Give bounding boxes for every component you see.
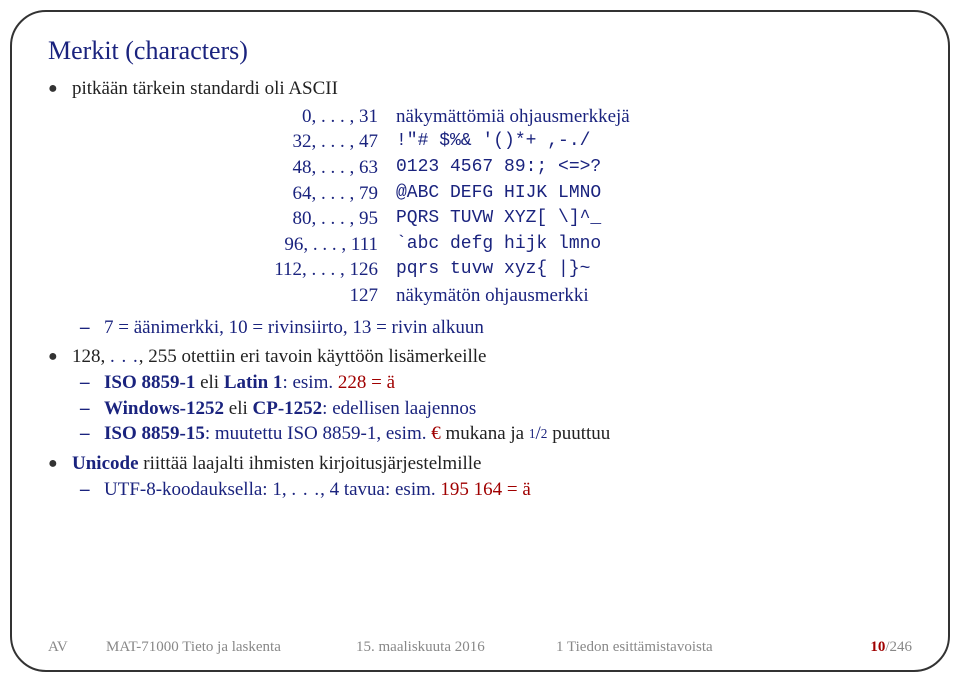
footer-author: AV [48,639,106,656]
ascii-r2c2: !"# $%& '()*+ ,-./ [396,129,590,155]
page-current: 10 [870,639,885,655]
footer-page: 10/246 [870,639,912,656]
bullet-2-text: 128, . . ., 255 otettiin eri tavoin käyt… [72,344,486,370]
sub-2c-text: ISO 8859-15: muutettu ISO 8859-1, esim. … [104,421,912,447]
sub-3-text: UTF-8-koodauksella: 1, . . ., 4 tavua: e… [104,477,912,503]
t: eli [224,398,253,419]
ascii-r1c2: näkymättömiä ohjausmerkkejä [396,104,630,130]
ascii-r3c1: 48, . . . , 63 [188,155,396,181]
example-228: 228 = ä [333,372,395,393]
sub-2b-text: Windows-1252 eli CP-1252: edellisen laaj… [104,396,912,422]
frac-num: 1 [529,426,536,441]
sub-1: – 7 = äänimerkki, 10 = rivinsiirto, 13 =… [80,315,912,341]
sub-1-text: 7 = äänimerkki, 10 = rivinsiirto, 13 = r… [104,315,912,341]
latin1-label: Latin 1 [224,372,283,393]
iso8859-1-label: ISO 8859-1 [104,372,195,393]
bullet-3-text: Unicode riittää laajalti ihmisten kirjoi… [72,451,481,477]
t: : muutettu ISO 8859-1, esim. [205,423,427,444]
dots-icon: . . . [291,479,320,500]
bullet-2: ● 128, . . ., 255 otettiin eri tavoin kä… [48,344,912,370]
ascii-r7c2: pqrs tuvw xyz{ |}~ [396,257,590,283]
sub-3: – UTF-8-koodauksella: 1, . . ., 4 tavua:… [80,477,912,503]
ascii-r7c1: 112, . . . , 126 [188,257,396,283]
bullet-1: ● pitkään tärkein standardi oli ASCII [48,76,912,102]
t: UTF-8-koodauksella: 1, [104,479,291,500]
t: riittää laajalti ihmisten kirjoitusjärje… [139,453,482,474]
ascii-r5c1: 80, . . . , 95 [188,206,396,232]
sub-2a: – ISO 8859-1 eli Latin 1: esim. 228 = ä [80,370,912,396]
win1252-label: Windows-1252 [104,398,224,419]
slide-content: ● pitkään tärkein standardi oli ASCII 0,… [48,76,912,633]
ascii-r4c1: 64, . . . , 79 [188,181,396,207]
dash-icon: – [80,421,94,447]
dots-icon: . . . [110,346,139,367]
euro-symbol: € [426,423,440,444]
footer-section: 1 Tiedon esittämistavoista [556,639,870,656]
footer-course: MAT-71000 Tieto ja laskenta [106,639,356,656]
unicode-label: Unicode [72,453,139,474]
t: puuttuu [547,423,610,444]
t: : edellisen laajennos [322,398,476,419]
example-utf8: 195 164 = ä [436,479,531,500]
ascii-r5c2: PQRS TUVW XYZ[ \]^_ [396,206,601,232]
ascii-r4c2: @ABC DEFG HIJK LMNO [396,181,601,207]
dash-icon: – [80,396,94,422]
ascii-r6c2: `abc defg hijk lmno [396,232,601,258]
ascii-r3c2: 0123 4567 89:; <=>? [396,155,601,181]
dash-icon: – [80,315,94,341]
bullet-icon: ● [48,76,62,102]
sub-2b: – Windows-1252 eli CP-1252: edellisen la… [80,396,912,422]
ascii-r8c2: näkymätön ohjausmerkki [396,283,589,309]
slide-title: Merkit (characters) [48,36,912,66]
bullet-icon: ● [48,344,62,370]
bullet-icon: ● [48,451,62,477]
bullet-1-text: pitkään tärkein standardi oli ASCII [72,76,338,102]
slide-frame: Merkit (characters) ● pitkään tärkein st… [10,10,950,672]
ascii-r8c1: 127 [188,283,396,309]
bullet-2-b: , 255 otettiin eri tavoin käyttöön lisäm… [139,346,487,367]
sub-2c: – ISO 8859-15: muutettu ISO 8859-1, esim… [80,421,912,447]
ascii-r2c1: 32, . . . , 47 [188,129,396,155]
bullet-2-a: 128, [72,346,110,367]
sub-2a-text: ISO 8859-1 eli Latin 1: esim. 228 = ä [104,370,912,396]
dash-icon: – [80,477,94,503]
page-total: 246 [890,639,913,655]
cp1252-label: CP-1252 [253,398,323,419]
t: : esim. [282,372,333,393]
t: , 4 tavua: esim. [320,479,436,500]
footer-date: 15. maaliskuuta 2016 [356,639,556,656]
bullet-3: ● Unicode riittää laajalti ihmisten kirj… [48,451,912,477]
ascii-r1c1: 0, . . . , 31 [188,104,396,130]
iso8859-15-label: ISO 8859-15 [104,423,205,444]
dash-icon: – [80,370,94,396]
t: mukana ja [441,423,529,444]
ascii-r6c1: 96, . . . , 111 [188,232,396,258]
t: eli [195,372,224,393]
ascii-table: 0, . . . , 31näkymättömiä ohjausmerkkejä… [188,104,912,309]
slide-footer: AV MAT-71000 Tieto ja laskenta 15. maali… [48,633,912,656]
